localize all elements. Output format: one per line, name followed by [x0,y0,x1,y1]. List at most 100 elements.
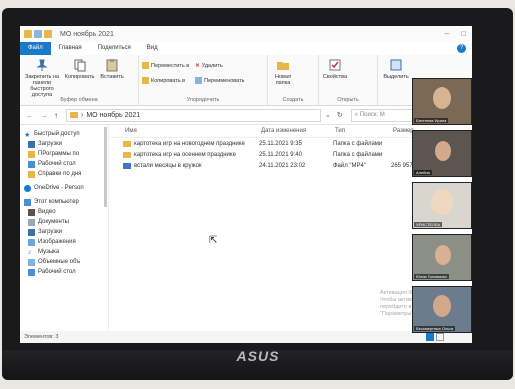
window-controls: – □ [445,29,466,38]
nav-item-label: ПРограммы по [38,151,80,157]
tab-share[interactable]: Поделиться [90,42,139,55]
chevron-down-icon[interactable]: ⌄ [325,111,331,119]
nav-desktop-pc[interactable]: Рабочий стол [20,267,108,277]
nav-buttons: ← → ↑ [26,111,58,120]
forward-icon[interactable]: → [40,111,48,120]
back-icon[interactable]: ← [26,111,34,120]
video-tile[interactable]: Батенева Ирина [412,78,472,125]
item-count: Элементов: 3 [24,334,59,340]
column-name[interactable]: Имя [109,128,261,134]
nav-3d-objects[interactable]: Объемные объ [20,257,108,267]
file-name: картотека игр на новогоднем празднике [134,140,245,147]
nav-item-label: Документы [38,219,69,225]
music-icon: ♪ [28,248,32,256]
nav-onedrive[interactable]: OneDrive - Person [20,183,108,193]
file-date: 24.11.2021 23:02 [259,162,306,169]
nav-certificates[interactable]: Справки по дня [20,169,108,179]
select-all-icon [390,59,402,71]
paste-button[interactable]: Вставить [98,57,126,80]
cube-icon [28,258,35,266]
folder-icon [28,170,35,178]
copy-to-button[interactable]: Копировать в [142,76,189,85]
pin-button[interactable]: Закрепить на панели быстрого доступа [23,57,61,98]
select-button[interactable]: Выделить [381,57,411,80]
nav-videos[interactable]: Видео [20,207,108,217]
nav-item-label: Справки по дня [38,171,82,177]
star-icon: ★ [24,131,31,139]
column-date[interactable]: Дата изменения [261,128,335,134]
help-icon[interactable]: ? [457,44,466,53]
clipboard-group-label: Буфер обмена [60,97,98,103]
file-date: 25.11.2021 9:35 [259,140,302,147]
refresh-icon[interactable]: ↻ [337,111,343,119]
new-folder-icon[interactable] [44,30,52,38]
rename-button[interactable]: Переименовать [195,76,244,85]
video-tile[interactable]: Юлия Головская [412,234,472,281]
brand-logo: ASUS [236,348,280,364]
participant-face [435,245,451,265]
up-icon[interactable]: ↑ [54,111,58,120]
address-path[interactable]: › МО ноябрь 2021 [66,108,321,122]
file-type: Папка с файлами [333,140,383,147]
maximize-icon[interactable]: □ [461,29,466,38]
pin-label: Закрепить на панели быстрого доступа [25,74,59,98]
desktop-icon [28,268,35,276]
video-tile[interactable]: Бессмертных Ольга [412,286,472,333]
nav-pictures[interactable]: Изображения [20,237,108,247]
tab-home[interactable]: Главная [51,42,90,55]
nav-programs[interactable]: ПРограммы по [20,149,108,159]
folder-icon [24,30,32,38]
screen: МО ноябрь 2021 – □ Файл Главная Поделить… [20,26,472,343]
tab-file[interactable]: Файл [20,42,51,55]
nav-documents[interactable]: Документы [20,217,108,227]
document-icon [28,218,35,226]
participant-name: Алейна [414,170,432,175]
select-label: Выделить [383,74,409,80]
navigation-pane: ★ Быстрый доступ Загрузки ПРограммы по Ра… [20,125,109,331]
video-file-icon [123,162,131,169]
copy-button[interactable]: Копировать [65,57,95,80]
nav-item-label: Рабочий стол [38,269,76,275]
copy-label: Копировать [64,74,95,80]
title-bar: МО ноябрь 2021 – □ [20,26,472,42]
video-tile[interactable]: Алейна [412,130,472,177]
nav-this-pc[interactable]: Этот компьютер [20,197,108,207]
video-icon [28,208,35,216]
address-path-text: МО ноябрь 2021 [86,111,141,119]
nav-music[interactable]: ♪ Музыка [20,247,108,257]
properties-icon[interactable] [34,30,42,38]
column-type[interactable]: Тип [335,128,393,134]
address-bar: ← → ↑ › МО ноябрь 2021 ⌄ ↻ ⌕ Поиск: М [20,106,472,125]
folder-icon [70,112,78,118]
folder-icon [123,151,131,158]
new-folder-button[interactable]: Новая папка [271,57,295,86]
search-placeholder: Поиск: М [359,112,385,118]
download-icon [28,140,35,148]
video-tile[interactable]: ХРИСТЕЛЛА [412,182,472,229]
nav-quick-access[interactable]: ★ Быстрый доступ [20,129,108,139]
minimize-icon[interactable]: – [445,29,449,38]
ribbon: Закрепить на панели быстрого доступа Коп… [20,55,472,106]
file-name: встали месяцы в кружок [134,162,202,169]
nav-scrollbar[interactable] [104,127,107,207]
open-group: Свойства Открыть [319,55,378,105]
nav-downloads[interactable]: Загрузки [20,139,108,149]
status-bar: Элементов: 3 [20,331,472,343]
nav-desktop[interactable]: Рабочий стол [20,159,108,169]
participant-name: Бессмертных Ольга [414,326,456,331]
move-to-label: Переместить в [151,62,190,69]
file-type: Файл "MP4" [333,162,367,169]
search-icon: ⌕ [354,111,359,118]
nav-downloads-pc[interactable]: Загрузки [20,227,108,237]
delete-button[interactable]: ✕ Удалить [195,61,244,70]
participant-name: ХРИСТЕЛЛА [414,222,442,227]
tab-view[interactable]: Вид [139,42,166,55]
properties-label: Свойства [322,74,348,80]
computer-icon [24,198,31,206]
folder-icon [123,140,131,147]
delete-icon: ✕ [195,62,200,69]
folder-icon [28,150,35,158]
move-to-button[interactable]: Переместить в [142,61,189,70]
nav-item-label: Видео [38,209,56,215]
properties-button[interactable]: Свойства [322,57,348,80]
